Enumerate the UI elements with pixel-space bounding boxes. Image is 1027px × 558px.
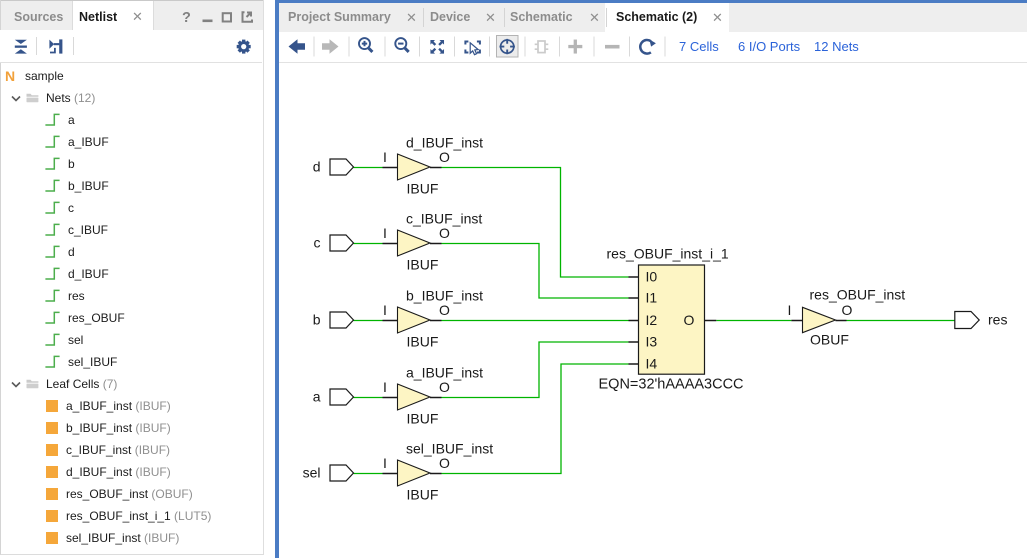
svg-text:I4: I4 <box>646 356 658 372</box>
svg-text:b_IBUF_inst: b_IBUF_inst <box>406 288 483 304</box>
svg-text:IBUF: IBUF <box>407 411 439 427</box>
svg-text:c: c <box>314 235 321 251</box>
svg-text:d: d <box>313 159 321 175</box>
svg-text:?: ? <box>182 10 191 25</box>
svg-text:d_IBUF_inst: d_IBUF_inst <box>406 135 483 151</box>
svg-text:O: O <box>439 379 450 395</box>
svg-text:O: O <box>684 312 695 328</box>
svg-text:c_IBUF_inst: c_IBUF_inst <box>406 211 482 227</box>
svg-text:I3: I3 <box>646 334 658 350</box>
svg-text:a: a <box>313 389 321 405</box>
svg-text:IBUF: IBUF <box>407 257 439 273</box>
svg-text:I1: I1 <box>646 290 658 306</box>
svg-text:I: I <box>383 302 387 318</box>
svg-text:I: I <box>383 455 387 471</box>
svg-text:a_IBUF_inst: a_IBUF_inst <box>406 365 483 381</box>
svg-text:res_OBUF_inst_i_1: res_OBUF_inst_i_1 <box>607 246 729 262</box>
svg-text:res: res <box>988 312 1007 328</box>
svg-text:O: O <box>842 302 853 318</box>
svg-text:EQN=32'hAAAA3CCC: EQN=32'hAAAA3CCC <box>599 377 744 393</box>
svg-text:O: O <box>439 455 450 471</box>
svg-text:IBUF: IBUF <box>407 487 439 503</box>
svg-text:OBUF: OBUF <box>810 332 849 348</box>
svg-text:I: I <box>383 379 387 395</box>
svg-text:I: I <box>383 149 387 165</box>
svg-text:I0: I0 <box>646 269 658 285</box>
svg-text:O: O <box>439 302 450 318</box>
svg-text:IBUF: IBUF <box>407 181 439 197</box>
svg-text:I: I <box>383 225 387 241</box>
svg-text:I: I <box>788 302 792 318</box>
svg-text:sel: sel <box>303 465 321 481</box>
svg-text:I2: I2 <box>646 312 658 328</box>
svg-text:O: O <box>439 225 450 241</box>
svg-text:res_OBUF_inst: res_OBUF_inst <box>810 287 906 303</box>
svg-text:b: b <box>313 312 321 328</box>
svg-text:O: O <box>439 149 450 165</box>
svg-text:IBUF: IBUF <box>407 334 439 350</box>
svg-text:sel_IBUF_inst: sel_IBUF_inst <box>406 441 493 457</box>
